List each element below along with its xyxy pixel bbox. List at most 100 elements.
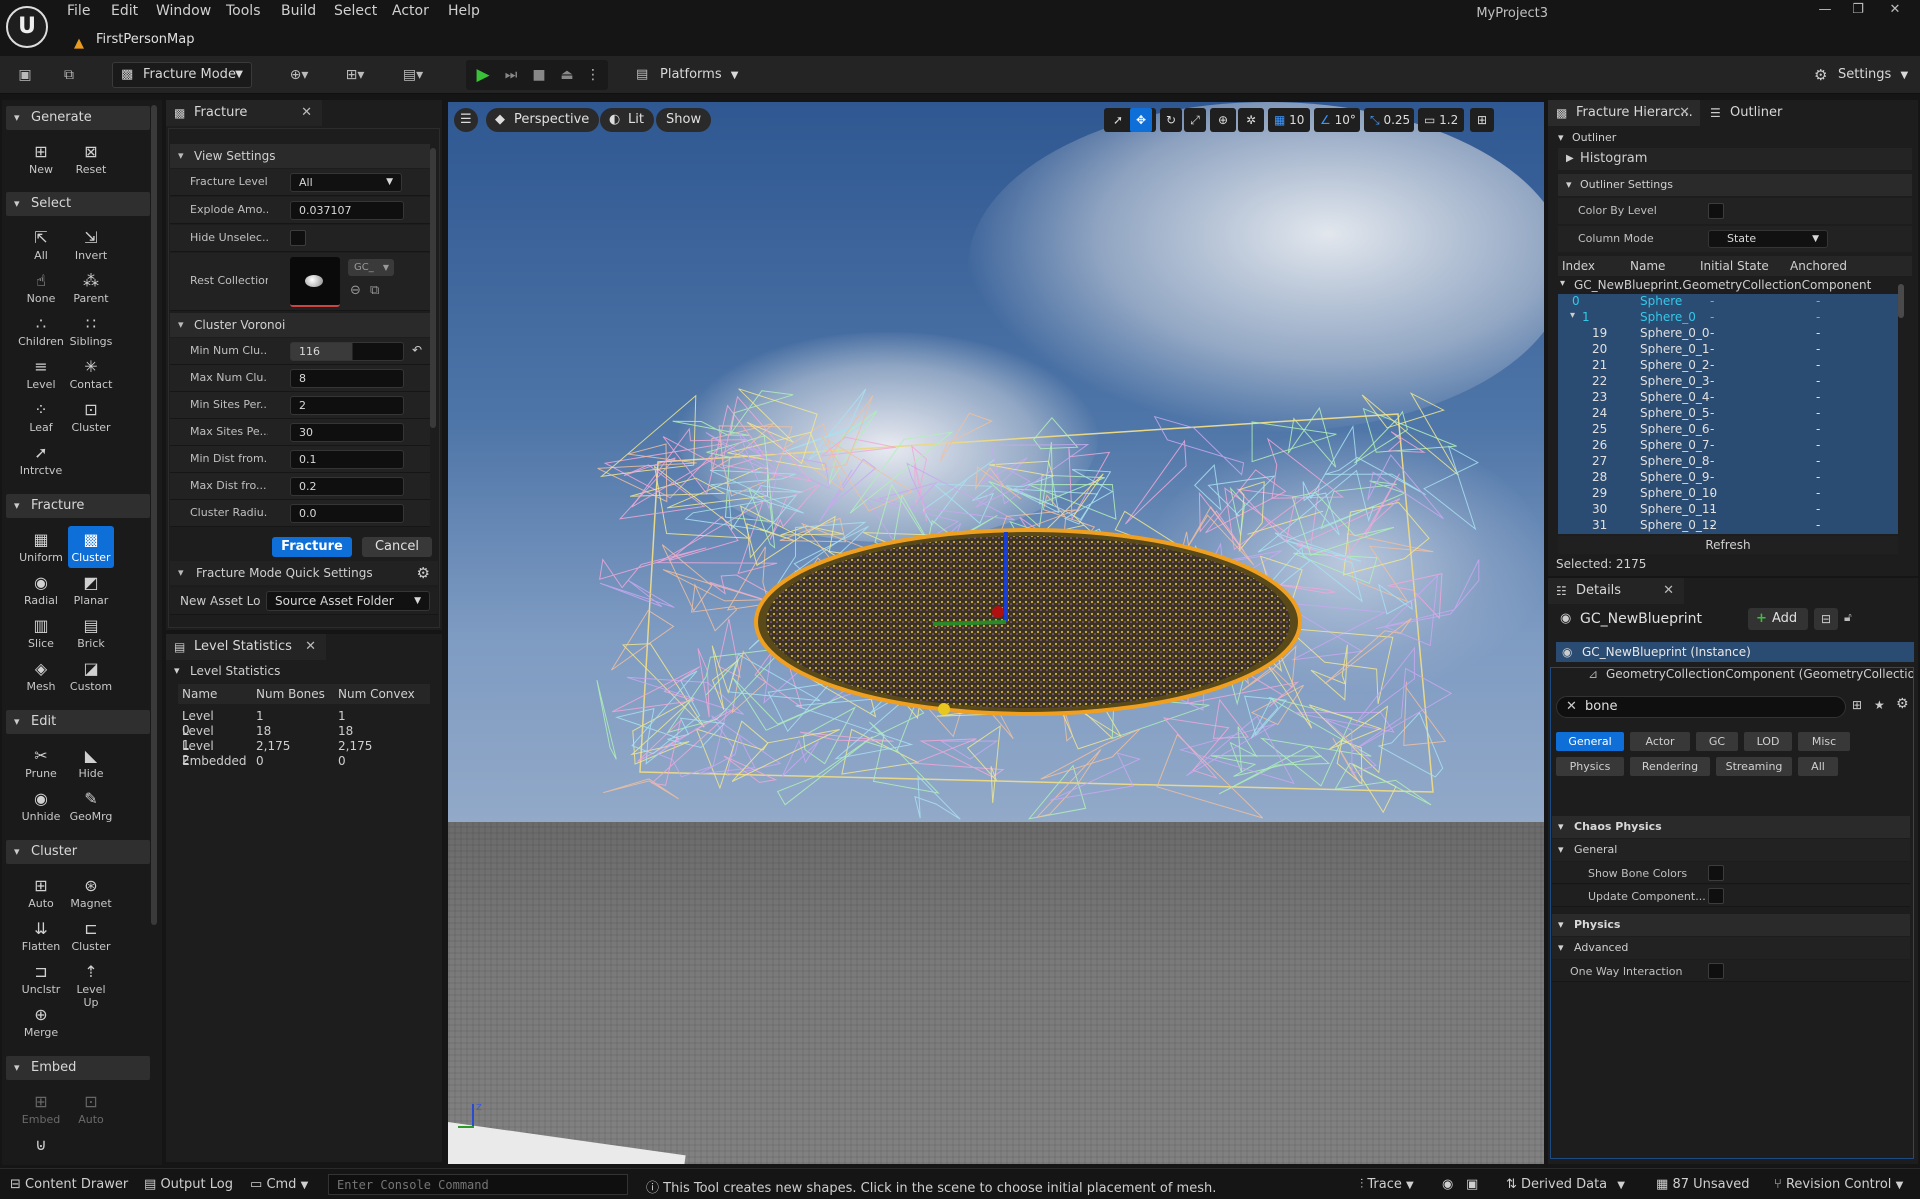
min-dist-field[interactable]: 0.1	[290, 450, 404, 469]
hierarchy-row[interactable]: 28 Sphere_0_9- -	[1558, 470, 1898, 486]
rotation-snap[interactable]: ∠ 10°	[1314, 108, 1360, 132]
category-select[interactable]: Select	[6, 192, 150, 216]
minimize-icon[interactable]: —	[1810, 2, 1840, 22]
asset-picker-dropdown[interactable]: GC_ ▼	[348, 259, 394, 276]
filter-lod[interactable]: LOD	[1744, 732, 1792, 751]
hide-unselected-checkbox[interactable]	[290, 230, 306, 246]
tool-leaf[interactable]: ⁘ Leaf	[18, 396, 64, 438]
cmd-dropdown[interactable]: ▭ Cmd ▼	[250, 1177, 308, 1192]
hierarchy-row[interactable]: ▾ 1 Sphere_0- -	[1558, 310, 1898, 326]
tool-cluster-merge[interactable]: ⊏ Cluster	[68, 915, 114, 957]
screenshot-icon[interactable]: ▣	[1466, 1177, 1478, 1192]
level-viewport[interactable]: ☰ ◆ Perspective ◐ Lit Show ➚ ✥ ↻ ⤢ ⊕ ✲ ▦ 1…	[448, 102, 1544, 1164]
reset-to-default-icon[interactable]: ↶	[412, 343, 422, 357]
show-button[interactable]: Show	[656, 108, 712, 132]
close-icon[interactable]: ✕	[1880, 2, 1910, 22]
rotate-icon[interactable]: ↻	[1160, 108, 1182, 132]
max-num-clusters-field[interactable]: 8	[290, 369, 404, 388]
camera-speed[interactable]: ▭ 1.2	[1418, 108, 1464, 132]
stop-icon[interactable]: ■	[528, 64, 550, 86]
col-header[interactable]: Index	[1562, 259, 1595, 273]
show-bone-colors-checkbox[interactable]	[1708, 865, 1724, 881]
hierarchy-row[interactable]: 25 Sphere_0_6- -	[1558, 422, 1898, 438]
grid-snap[interactable]: ▦ 10	[1268, 108, 1310, 132]
left-scrollbar[interactable]	[151, 105, 157, 925]
tool-mesh[interactable]: ◈ Mesh	[18, 655, 64, 697]
unreal-logo-icon[interactable]: U	[6, 6, 48, 48]
hierarchy-row[interactable]: 24 Sphere_0_5- -	[1558, 406, 1898, 422]
menu-file[interactable]: File	[67, 3, 90, 19]
menu-tools[interactable]: Tools	[226, 3, 261, 19]
table-view-icon[interactable]: ⊞	[1852, 698, 1862, 712]
menu-window[interactable]: Window	[156, 3, 211, 19]
tool-radial[interactable]: ◉ Radial	[18, 569, 64, 611]
asset-thumbnail[interactable]	[290, 257, 340, 307]
unsaved-button[interactable]: ▦ 87 Unsaved	[1656, 1177, 1750, 1192]
collapse-icon[interactable]: ▾	[1570, 310, 1575, 321]
filter-misc[interactable]: Misc	[1798, 732, 1850, 751]
max-sites-field[interactable]: 30	[290, 423, 404, 442]
star-icon[interactable]: ★	[1874, 698, 1885, 712]
tool-invert[interactable]: ⇲ Invert	[68, 224, 114, 266]
cluster-radius-field[interactable]: 0.0	[290, 504, 404, 523]
tab-fracture[interactable]: ▩ Fracture ✕	[166, 100, 322, 126]
color-by-level-checkbox[interactable]	[1708, 203, 1724, 219]
chaos-physics-section[interactable]: ▾ Chaos Physics	[1552, 816, 1910, 838]
tool-unhide[interactable]: ◉ Unhide	[18, 785, 64, 827]
refresh-button[interactable]: Refresh	[1558, 536, 1898, 554]
tool-level[interactable]: ≡ Level	[18, 353, 64, 395]
revision-control-button[interactable]: ⑂ Revision Control ▼	[1774, 1177, 1903, 1192]
section-cluster-voronoi[interactable]: Cluster Voronoi	[170, 313, 430, 337]
new-asset-location-dropdown[interactable]: Source Asset Folder ▼	[266, 591, 430, 611]
tool-reset[interactable]: ⊠ Reset	[68, 138, 114, 180]
level-statistics-section[interactable]: ▾ Level Statistics	[172, 664, 280, 678]
more-options-icon[interactable]: ⋮	[582, 64, 604, 86]
move-icon[interactable]: ✥	[1130, 108, 1152, 132]
maximize-viewport-icon[interactable]: ⊞	[1470, 108, 1494, 132]
menu-build[interactable]: Build	[281, 3, 316, 19]
category-cluster[interactable]: Cluster	[6, 840, 150, 864]
details-search-input[interactable]: ✕ bone	[1556, 696, 1846, 718]
advanced-subsection[interactable]: ▾ Advanced	[1552, 937, 1910, 959]
cinematics-icon[interactable]: ▤▾	[394, 64, 432, 86]
tool-select-cluster[interactable]: ⊡ Cluster	[68, 396, 114, 438]
blueprint-options-icon[interactable]: ⊟	[1814, 608, 1838, 630]
tool-prune[interactable]: ✂ Prune	[18, 742, 64, 784]
tool-auto-cluster[interactable]: ⊞ Auto	[18, 872, 64, 914]
filter-physics[interactable]: Physics	[1556, 757, 1624, 776]
hierarchy-scrollbar[interactable]	[1898, 284, 1904, 318]
viewport-menu-button[interactable]: ☰	[454, 108, 478, 132]
category-generate[interactable]: Generate	[6, 106, 150, 130]
min-num-clusters-slider[interactable]: 116	[290, 342, 404, 361]
one-way-interaction-checkbox[interactable]	[1708, 963, 1724, 979]
hierarchy-row[interactable]: 22 Sphere_0_3- -	[1558, 374, 1898, 390]
section-view-settings[interactable]: View Settings	[170, 144, 430, 168]
play-icon[interactable]: ▶	[472, 64, 494, 86]
surface-snap-icon[interactable]: ✲	[1238, 108, 1264, 132]
tool-contact[interactable]: ✳ Contact	[68, 353, 114, 395]
hierarchy-row[interactable]: 20 Sphere_0_1- -	[1558, 342, 1898, 358]
tool-brick[interactable]: ▤ Brick	[68, 612, 114, 654]
tool-uniform[interactable]: ▦ Uniform	[18, 526, 64, 568]
scale-icon[interactable]: ⤢	[1184, 108, 1206, 132]
close-icon[interactable]: ✕	[305, 634, 316, 660]
blueprint-icon[interactable]: ⊞▾	[338, 64, 372, 86]
gear-icon[interactable]: ⚙	[417, 561, 430, 585]
filter-all[interactable]: All	[1798, 757, 1838, 776]
lit-button[interactable]: ◐ Lit	[600, 108, 654, 132]
filter-streaming[interactable]: Streaming	[1716, 757, 1792, 776]
min-sites-field[interactable]: 2	[290, 396, 404, 415]
tool-select-none[interactable]: ☝ None	[18, 267, 64, 309]
filter-gc[interactable]: GC	[1696, 732, 1738, 751]
tool-custom[interactable]: ◪ Custom	[68, 655, 114, 697]
step-icon[interactable]: ⏭	[500, 64, 522, 86]
map-tab[interactable]: ▲ FirstPersonMap	[66, 28, 194, 52]
component-instance-row[interactable]: ◉ GC_NewBlueprint (Instance)	[1556, 642, 1914, 662]
browse-icon[interactable]: ⧉	[58, 64, 80, 86]
settings-button[interactable]: ⚙ Settings ▼	[1814, 64, 1908, 86]
col-header[interactable]: Name	[1630, 259, 1665, 273]
platforms-button[interactable]: ▤ Platforms ▼	[636, 64, 738, 86]
output-log-button[interactable]: ▤ Output Log	[144, 1177, 233, 1192]
menu-help[interactable]: Help	[448, 3, 480, 19]
tool-embed[interactable]: ⊞ Embed	[18, 1088, 64, 1130]
